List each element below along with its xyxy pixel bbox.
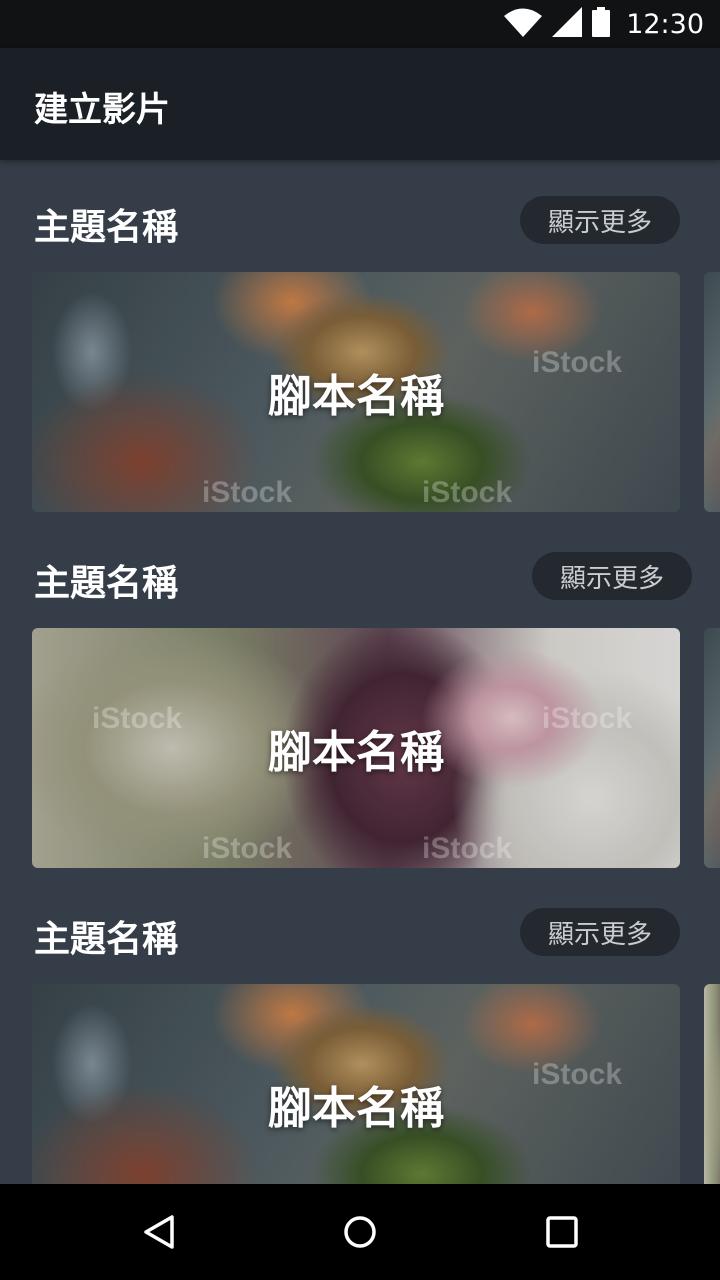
script-card-peek[interactable] [704,628,720,868]
script-card-peek[interactable] [704,984,720,1184]
navigation-bar [0,1184,720,1280]
section-title: 主題名稱 [34,207,179,248]
show-more-button[interactable]: 顯示更多 [532,552,692,600]
theme-section: 主題名稱 顯示更多 iStock 腳本名稱 [0,872,720,1184]
back-icon[interactable] [136,1208,184,1256]
theme-section: 主題名稱 顯示更多 iStock iStock iStock 腳本名稱 [0,160,720,516]
signal-icon [552,7,583,41]
card-label: 腳本名稱 [268,1083,444,1134]
script-card[interactable]: iStock 腳本名稱 [32,984,680,1184]
page-title: 建立影片 [34,90,170,130]
app-bar: 建立影片 [0,48,720,160]
theme-list[interactable]: 主題名稱 顯示更多 iStock iStock iStock 腳本名稱 主題名稱… [0,160,720,1184]
section-title: 主題名稱 [34,919,179,960]
script-card-peek[interactable] [704,272,720,512]
card-label: 腳本名稱 [268,371,444,422]
status-time: 12:30 [626,8,704,40]
script-card[interactable]: iStock iStock iStock 腳本名稱 [32,272,680,512]
theme-section: 主題名稱 顯示更多 iStock iStock iStock iStock 腳本… [0,516,720,872]
show-more-button[interactable]: 顯示更多 [520,908,680,956]
section-title: 主題名稱 [34,563,179,604]
status-bar: 12:30 [0,0,720,48]
script-card[interactable]: iStock iStock iStock iStock 腳本名稱 [32,628,680,868]
card-label: 腳本名稱 [268,727,444,778]
home-icon[interactable] [336,1208,384,1256]
wifi-icon [504,7,543,41]
recents-icon[interactable] [538,1208,586,1256]
show-more-button[interactable]: 顯示更多 [520,196,680,244]
battery-icon [592,7,611,41]
status-icons: 12:30 [504,0,704,48]
